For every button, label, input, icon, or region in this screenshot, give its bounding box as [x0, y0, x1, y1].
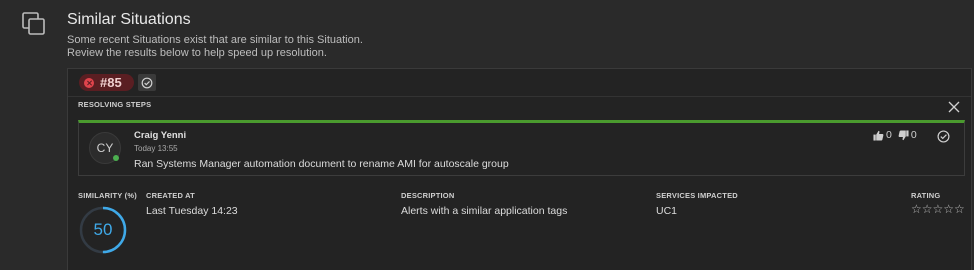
rating-label: RATING — [911, 191, 941, 200]
situation-id-badge[interactable]: #85 — [79, 74, 134, 91]
situation-stats: SIMILARITY (%) 50 CREATED AT Last Tuesda… — [68, 189, 971, 269]
description-label: DESCRIPTION — [401, 191, 455, 200]
situation-id: #85 — [100, 75, 122, 90]
description-value: Alerts with a similar application tags — [401, 205, 568, 217]
thumbs-down-icon — [898, 129, 909, 140]
resolving-step-item: CY Craig Yenni Today 13:55 Ran Systems M… — [78, 120, 965, 176]
created-at-value: Last Tuesday 14:23 — [146, 205, 238, 217]
subtitle-line-1: Some recent Situations exist that are si… — [67, 34, 363, 46]
downvote-count: 0 — [910, 129, 917, 141]
subtitle-line-2: Review the results below to help speed u… — [67, 46, 327, 59]
resolving-steps-label: RESOLVING STEPS — [78, 100, 152, 109]
page-title: Similar Situations — [67, 11, 191, 28]
resolve-button[interactable] — [138, 74, 156, 91]
similarity-value: 50 — [93, 220, 113, 239]
downvote-button[interactable]: 0 — [898, 129, 917, 141]
similarity-label: SIMILARITY (%) — [78, 191, 137, 200]
step-timestamp: Today 13:55 — [134, 144, 178, 153]
severity-critical-icon — [84, 77, 94, 88]
services-impacted-label: SERVICES IMPACTED — [656, 191, 738, 200]
page-subtitle: Some recent Situations exist that are si… — [67, 34, 363, 59]
vote-controls: 0 0 — [873, 129, 917, 141]
upvote-button[interactable]: 0 — [873, 129, 892, 141]
similar-situation-card: #85 RESOLVING STEPS CY Craig Yenni Today… — [67, 68, 972, 270]
step-text: Ran Systems Manager automation document … — [134, 158, 509, 170]
upvote-count: 0 — [886, 129, 892, 141]
online-status-indicator — [113, 155, 119, 161]
step-author: Craig Yenni — [134, 130, 187, 141]
services-impacted-value: UC1 — [656, 205, 678, 217]
thumbs-up-icon — [873, 130, 884, 141]
created-at-label: CREATED AT — [146, 191, 195, 200]
close-icon[interactable] — [948, 101, 960, 113]
check-circle-icon — [141, 77, 153, 88]
mark-resolved-icon[interactable] — [937, 130, 950, 143]
rating-stars[interactable]: ☆☆☆☆☆ — [911, 202, 965, 216]
copy-icon — [22, 12, 45, 35]
